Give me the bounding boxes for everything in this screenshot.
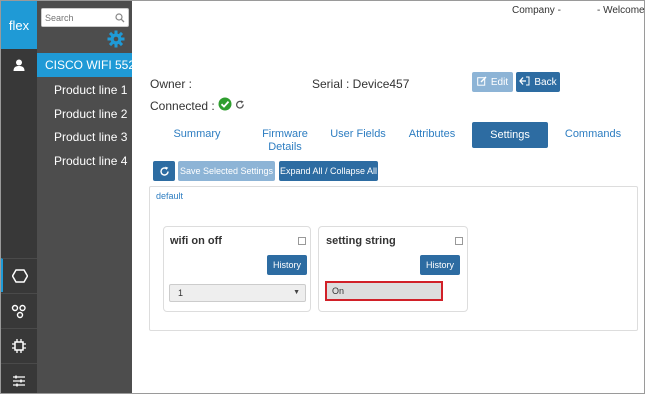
- sign-out-icon: [519, 76, 530, 89]
- refresh-settings-button[interactable]: [153, 161, 175, 181]
- welcome-label: - Welcome M: [597, 5, 645, 16]
- sidebar-item-device[interactable]: CISCO WIFI 552c: [37, 53, 141, 77]
- tab-summary[interactable]: Summary: [169, 128, 225, 140]
- sidebar-item-product-line-3[interactable]: Product line 3: [54, 130, 127, 144]
- serial-label: Serial : Device457: [312, 77, 410, 91]
- setting-title: wifi on off: [170, 235, 222, 247]
- refresh-icon[interactable]: [235, 99, 245, 113]
- tab-user-fields[interactable]: User Fields: [329, 128, 387, 140]
- hexagon-icon[interactable]: [1, 258, 37, 292]
- connected-status: Connected :: [150, 97, 245, 114]
- owner-label: Owner :: [150, 77, 193, 91]
- network-nodes-icon[interactable]: [1, 293, 37, 327]
- connected-label: Connected :: [150, 98, 215, 113]
- setting-title: setting string: [326, 235, 396, 247]
- expand-collapse-all-button[interactable]: Expand All / Collapse All: [279, 161, 378, 181]
- setting-select-checkbox[interactable]: [298, 237, 306, 245]
- search-box[interactable]: [41, 8, 129, 27]
- tab-settings[interactable]: Settings: [472, 122, 548, 148]
- edit-icon: [477, 76, 487, 89]
- back-button[interactable]: Back: [516, 72, 560, 92]
- setting-select-checkbox[interactable]: [455, 237, 463, 245]
- tab-firmware-details[interactable]: Firmware Details: [257, 128, 313, 154]
- history-button[interactable]: History: [267, 255, 307, 275]
- tab-attributes[interactable]: Attributes: [406, 128, 458, 140]
- tab-commands[interactable]: Commands: [563, 128, 623, 140]
- search-input[interactable]: [42, 9, 112, 26]
- settings-group-label[interactable]: default: [156, 191, 183, 201]
- search-icon[interactable]: [115, 12, 125, 26]
- history-button[interactable]: History: [420, 255, 460, 275]
- save-selected-settings-button[interactable]: Save Selected Settings: [178, 161, 275, 181]
- sidebar-item-product-line-1[interactable]: Product line 1: [54, 83, 127, 97]
- app-logo[interactable]: flex: [1, 1, 37, 49]
- edit-button[interactable]: Edit: [472, 72, 513, 92]
- welcome-text: - Welcome: [597, 5, 645, 16]
- setting-value-select[interactable]: 1 ▼: [169, 284, 306, 302]
- chip-icon[interactable]: [1, 328, 37, 362]
- app-window: flex Search CISCO WIFI 552c Product line…: [0, 0, 645, 394]
- sidebar-item-product-line-4[interactable]: Product line 4: [54, 154, 127, 168]
- sliders-icon[interactable]: [1, 363, 37, 393]
- check-circle-icon: [218, 97, 232, 114]
- setting-card-wifi-on-off: wifi on off History 1 ▼: [163, 226, 311, 312]
- company-label: Company -: [512, 5, 561, 16]
- sidebar-item-product-line-2[interactable]: Product line 2: [54, 107, 127, 121]
- edit-label: Edit: [490, 76, 509, 88]
- user-icon[interactable]: [1, 51, 37, 79]
- back-label: Back: [534, 76, 557, 88]
- setting-value: 1: [178, 288, 184, 298]
- chevron-down-icon: ▼: [293, 289, 300, 296]
- gear-icon[interactable]: [107, 30, 125, 51]
- setting-value-input[interactable]: On: [325, 281, 443, 301]
- setting-card-setting-string: setting string History On: [318, 226, 468, 312]
- icon-rail: flex: [1, 1, 37, 393]
